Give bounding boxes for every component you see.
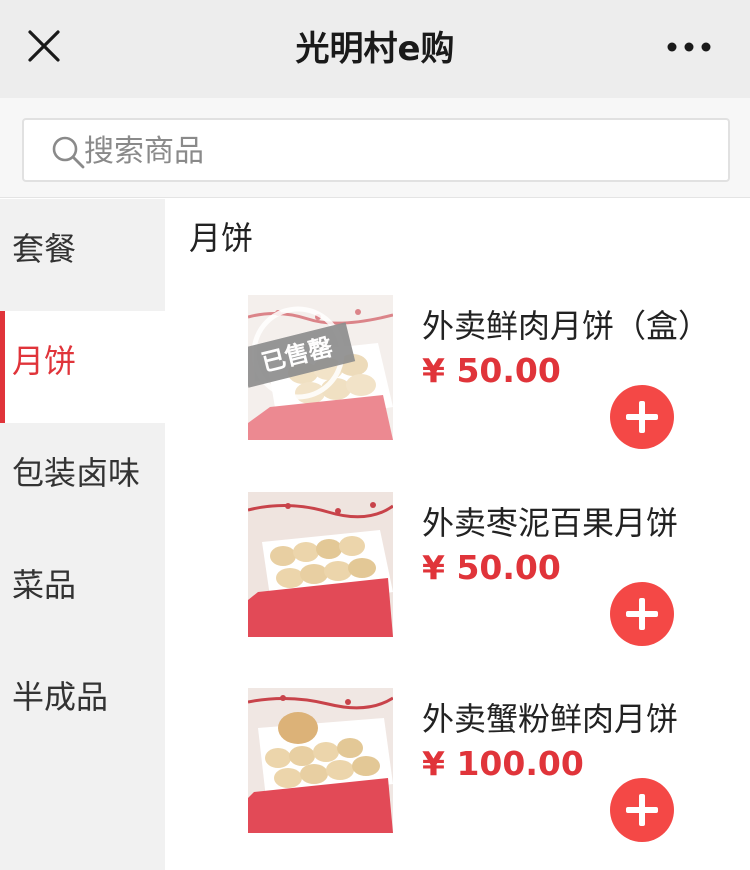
product-item[interactable]: 已售罄 外卖鲜肉月饼（盒） ¥ 50.00 <box>165 295 750 449</box>
top-bar: 光明村e购 <box>0 0 750 98</box>
sidebar-item-caipin[interactable]: 菜品 <box>0 535 165 647</box>
sidebar-item-baozhuang-luwei[interactable]: 包装卤味 <box>0 423 165 535</box>
sidebar-item-taocan[interactable]: 套餐 <box>0 199 165 311</box>
product-price: ¥ 50.00 <box>422 548 561 587</box>
sidebar-item-label: 菜品 <box>12 566 77 604</box>
sidebar-item-banchengpin[interactable]: 半成品 <box>0 647 165 759</box>
sidebar-item-label: 月饼 <box>12 342 77 380</box>
add-to-cart-button[interactable] <box>610 385 674 449</box>
product-item[interactable]: 外卖枣泥百果月饼 ¥ 50.00 <box>165 492 750 646</box>
search-input[interactable] <box>84 126 704 176</box>
product-image: 已售罄 <box>248 295 393 440</box>
category-sidebar: 套餐 月饼 包装卤味 菜品 半成品 <box>0 199 165 870</box>
sidebar-item-label: 半成品 <box>12 678 109 716</box>
section-title: 月饼 <box>189 219 254 257</box>
product-image <box>248 688 393 833</box>
add-to-cart-button[interactable] <box>610 582 674 646</box>
page-title: 光明村e购 <box>295 29 455 69</box>
product-item[interactable]: 外卖蟹粉鲜肉月饼 ¥ 100.00 <box>165 688 750 842</box>
search-area <box>0 98 750 198</box>
product-name: 外卖枣泥百果月饼 <box>422 504 679 542</box>
product-image <box>248 492 393 637</box>
product-list: 月饼 已售罄 外卖鲜肉月饼（盒） ¥ 50.00 外卖枣泥百果月饼 ¥ 50.0… <box>165 199 750 870</box>
search-box[interactable] <box>22 118 730 182</box>
product-price: ¥ 50.00 <box>422 351 561 390</box>
add-to-cart-button[interactable] <box>610 778 674 842</box>
product-price: ¥ 100.00 <box>422 744 584 783</box>
more-button[interactable] <box>662 30 716 64</box>
sidebar-item-yuebing[interactable]: 月饼 <box>0 311 165 423</box>
sidebar-item-label: 包装卤味 <box>12 454 141 492</box>
product-name: 外卖蟹粉鲜肉月饼 <box>422 700 679 738</box>
product-name: 外卖鲜肉月饼（盒） <box>422 307 690 345</box>
search-icon <box>52 136 85 169</box>
sidebar-item-label: 套餐 <box>12 230 77 268</box>
more-icon <box>667 42 711 52</box>
